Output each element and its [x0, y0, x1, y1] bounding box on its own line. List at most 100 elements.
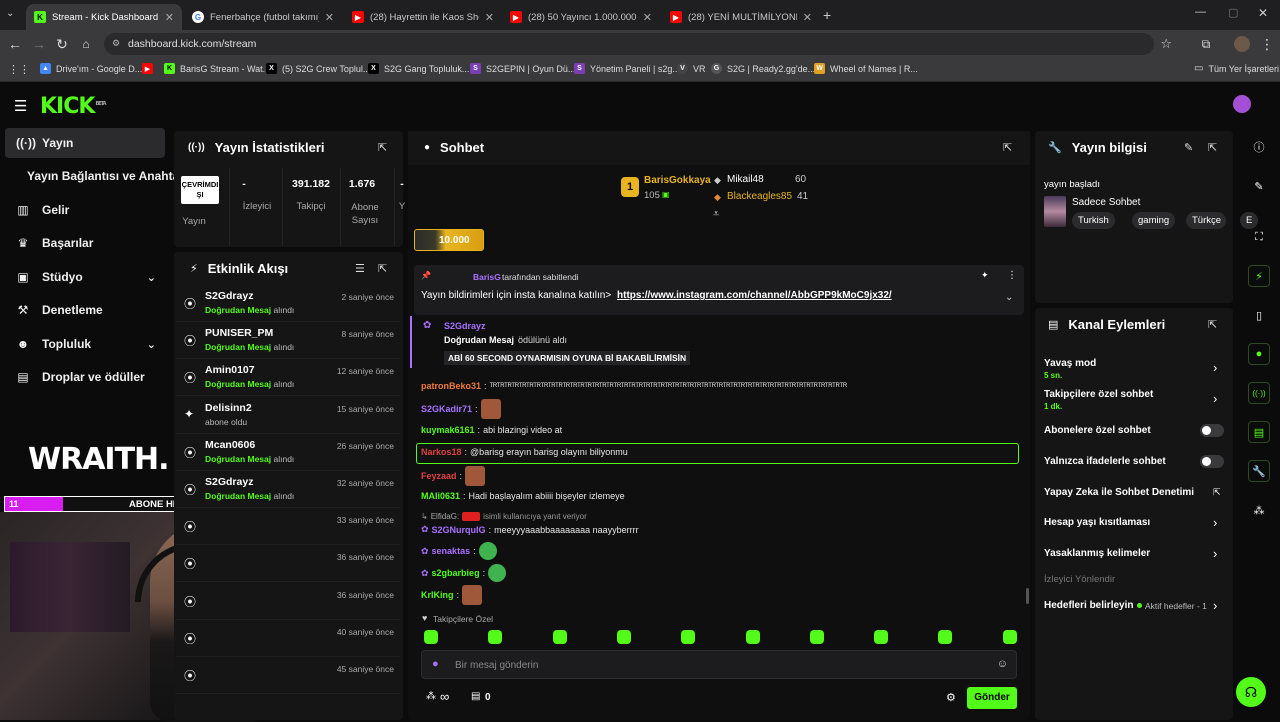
chat-scrollbar[interactable]: [1026, 588, 1029, 604]
bookmark-1[interactable]: ▶: [142, 63, 153, 74]
browser-tab-3[interactable]: ▶ (28) 50 Yayıncı 1.000.000 Dolar ✕: [502, 4, 660, 30]
chat-username[interactable]: kuymak6161: [421, 425, 475, 435]
url-field[interactable]: ⚙ dashboard.kick.com/stream ☆: [104, 33, 1172, 55]
sidebar-item-droplar[interactable]: ▤ Droplar ve ödüller: [0, 362, 170, 392]
reply-user[interactable]: ElfidaG:: [431, 512, 459, 521]
activity-item[interactable]: ⦿ Mcan0606 Doğrudan Mesaj alındı 26 saniye …: [176, 434, 400, 471]
reload-icon[interactable]: ↻: [53, 35, 71, 53]
profile-avatar[interactable]: [1234, 36, 1250, 52]
browser-tab-2[interactable]: ▶ (28) Hayrettin ile Kaos Show - 2 ✕: [344, 4, 502, 30]
popout-icon[interactable]: ⇱: [1208, 318, 1217, 331]
tab-search-icon[interactable]: ⌄: [6, 8, 20, 22]
close-icon[interactable]: ✕: [643, 11, 652, 24]
document-icon[interactable]: ▯: [1248, 304, 1270, 326]
quick-emote[interactable]: [616, 630, 631, 644]
more-icon[interactable]: ⋮: [1007, 270, 1017, 281]
site-info-icon[interactable]: ⚙: [112, 38, 120, 49]
bookmark-3[interactable]: X (5) S2G Crew Toplul...: [266, 63, 370, 74]
chat-username[interactable]: S2GKadir71: [421, 404, 472, 414]
quick-emote[interactable]: [745, 630, 760, 644]
channel-action[interactable]: Yapay Zeka ile Sohbet Denetimi: [1044, 487, 1194, 498]
bookmark-star-icon[interactable]: ☆: [1160, 36, 1172, 52]
send-button[interactable]: Gönder: [967, 687, 1017, 709]
edit-pen-icon[interactable]: ✎: [1248, 175, 1270, 197]
apps-grid-icon[interactable]: ⋮⋮: [8, 63, 30, 76]
minimize-icon[interactable]: —: [1195, 6, 1206, 18]
close-icon[interactable]: ✕: [485, 11, 494, 24]
quick-emote[interactable]: [424, 630, 438, 644]
emoji-icon[interactable]: ☺: [997, 658, 1008, 670]
chat-username[interactable]: KrlKing: [421, 590, 454, 600]
lightning-icon[interactable]: ⚡: [1248, 265, 1270, 287]
tag-chip[interactable]: Turkish: [1072, 212, 1115, 229]
monitor-icon[interactable]: ▤: [1248, 421, 1270, 443]
pinned-by-user[interactable]: BarisG: [473, 272, 501, 282]
bookmark-2[interactable]: K BarisG Stream - Wat...: [164, 63, 270, 74]
quick-emote[interactable]: [681, 630, 696, 644]
close-icon[interactable]: ✕: [803, 11, 812, 24]
menu-kebab-icon[interactable]: ⋮: [1258, 35, 1276, 53]
user-avatar[interactable]: [1233, 95, 1251, 113]
chevron-right-icon[interactable]: ›: [1213, 598, 1217, 613]
community-icon[interactable]: ⁂: [1248, 499, 1270, 521]
sidebar-item-stream-key[interactable]: Yayın Bağlantısı ve Anahtarı: [0, 161, 187, 191]
wrench-icon[interactable]: 🔧: [1248, 460, 1270, 482]
back-icon[interactable]: ←: [6, 35, 24, 53]
quick-emote[interactable]: [488, 630, 503, 644]
bookmark-0[interactable]: ▲ Drive'ım - Google D...: [40, 63, 142, 74]
activity-user[interactable]: Amin0107: [205, 364, 255, 376]
channel-action[interactable]: Yalnızca ifadelerle sohbet: [1044, 456, 1166, 467]
info-icon[interactable]: ⓘ: [1248, 136, 1270, 158]
external-link-icon[interactable]: ⇱: [1213, 487, 1221, 498]
chat-username[interactable]: MAli0631: [421, 491, 460, 501]
popout-icon[interactable]: ⇱: [1208, 141, 1217, 154]
chevron-right-icon[interactable]: ›: [1213, 360, 1217, 375]
sidebar-item-denetleme[interactable]: ⚒ Denetleme: [0, 295, 170, 325]
forward-icon[interactable]: →: [30, 35, 48, 53]
bookmark-7[interactable]: V VR: [677, 63, 706, 74]
chat-username[interactable]: patronBeko31: [421, 381, 481, 391]
bookmark-8[interactable]: G S2G | Ready2.gg'de...: [711, 63, 815, 74]
quick-emote[interactable]: [1002, 630, 1017, 644]
activity-item[interactable]: ⦿ 40 saniye önce: [176, 620, 400, 657]
activity-item[interactable]: ⦿ 36 saniye önce: [176, 583, 400, 620]
chevron-down-icon[interactable]: ⌄: [1005, 292, 1013, 303]
unpin-icon[interactable]: ✦: [981, 270, 989, 281]
points-icon[interactable]: ⁂: [426, 691, 436, 702]
close-icon[interactable]: ✕: [165, 11, 174, 24]
chat-username[interactable]: Feyzaad: [421, 471, 457, 481]
channel-action[interactable]: Hesap yaşı kısıtlaması: [1044, 517, 1150, 528]
expand-chevron-icon[interactable]: ⩡: [713, 208, 719, 221]
sidebar-item-studyo[interactable]: ▣ Stüdyo ⌄: [0, 262, 170, 292]
close-icon[interactable]: ✕: [325, 11, 334, 24]
new-tab-icon[interactable]: +: [823, 7, 831, 23]
browser-tab-1[interactable]: G Fenerbahçe (futbol takımı) - Go ✕: [184, 4, 342, 30]
hamburger-menu-icon[interactable]: ☰: [14, 97, 27, 115]
activity-item[interactable]: ⦿ PUNISER_PM Doğrudan Mesaj alındı 8 saniye…: [176, 322, 400, 360]
bookmark-4[interactable]: X S2G Gang Topluluk...: [368, 63, 469, 74]
support-button[interactable]: ☊: [1236, 677, 1266, 707]
chat-input[interactable]: ● Bir mesaj gönderin ☺: [421, 650, 1017, 679]
channel-action[interactable]: Yasaklanmış kelimeler: [1044, 548, 1150, 559]
activity-item[interactable]: ⦿ S2Gdrayz Doğrudan Mesaj alındı 2 saniye ö…: [176, 285, 400, 322]
sidebar-item-basarilar[interactable]: ♛ Başarılar: [0, 228, 170, 258]
tag-chip[interactable]: Türkçe: [1186, 212, 1226, 229]
activity-user[interactable]: Delisinn2: [205, 402, 252, 414]
chevron-right-icon[interactable]: ›: [1213, 391, 1217, 406]
toggle-switch[interactable]: [1200, 455, 1224, 468]
gift-icon[interactable]: ▤: [471, 691, 480, 702]
sidebar-item-topluluk[interactable]: ☻ Topluluk ⌄: [0, 329, 170, 359]
edit-icon[interactable]: ✎: [1184, 141, 1193, 154]
activity-user[interactable]: S2Gdrayz: [205, 290, 253, 302]
popout-icon[interactable]: ⇱: [378, 262, 387, 275]
quick-emote[interactable]: [874, 630, 889, 644]
quick-emote[interactable]: [938, 630, 953, 644]
activity-item[interactable]: ⦿ S2Gdrayz Doğrudan Mesaj alındı 32 saniye …: [176, 471, 400, 508]
chat-username[interactable]: senaktas: [432, 546, 471, 556]
mic-icon[interactable]: ●: [432, 658, 439, 670]
quick-emote[interactable]: [552, 630, 567, 644]
channel-action[interactable]: Abonelere özel sohbet: [1044, 425, 1151, 436]
activity-item[interactable]: ⦿ 45 saniye önce: [176, 657, 400, 694]
kicks-badge[interactable]: 10.000: [414, 229, 484, 251]
toggle-switch[interactable]: [1200, 424, 1224, 437]
